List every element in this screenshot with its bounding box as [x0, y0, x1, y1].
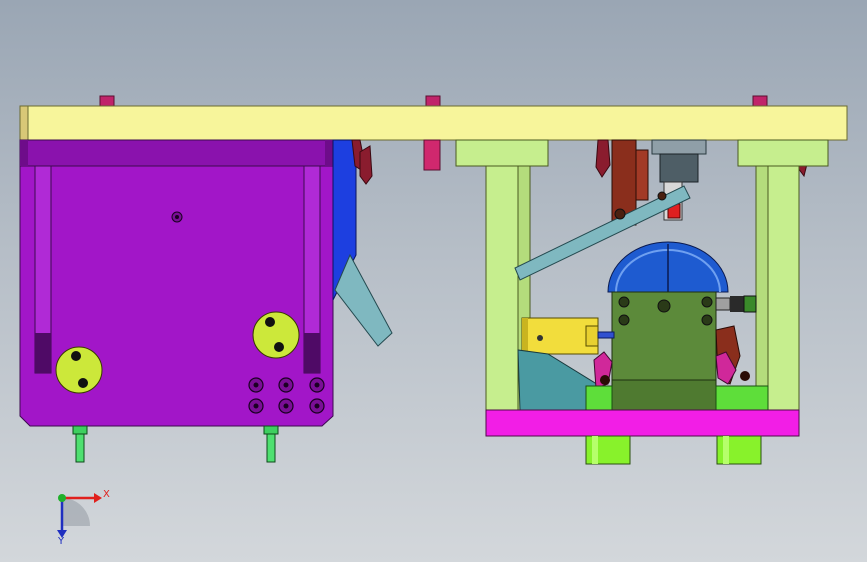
- top-screws: [99, 95, 768, 107]
- y-axis-label: Y: [57, 536, 65, 547]
- locating-pins: [72, 425, 279, 463]
- pneumatic-cylinder: [521, 317, 615, 355]
- left-block[interactable]: [19, 139, 334, 427]
- top-plate[interactable]: [19, 105, 848, 141]
- axis-triad: X Y: [57, 489, 110, 547]
- round-pad: [55, 346, 103, 394]
- cad-viewport[interactable]: X Y: [0, 0, 867, 562]
- dome-cover: [607, 241, 729, 293]
- base-plate[interactable]: [485, 409, 800, 437]
- screw-head: [425, 95, 441, 107]
- round-pad: [252, 311, 300, 359]
- x-axis-label: X: [103, 489, 110, 500]
- screw-head: [752, 95, 768, 107]
- screw-head: [99, 95, 115, 107]
- feet: [585, 435, 762, 465]
- z-axis-dot: [58, 494, 66, 502]
